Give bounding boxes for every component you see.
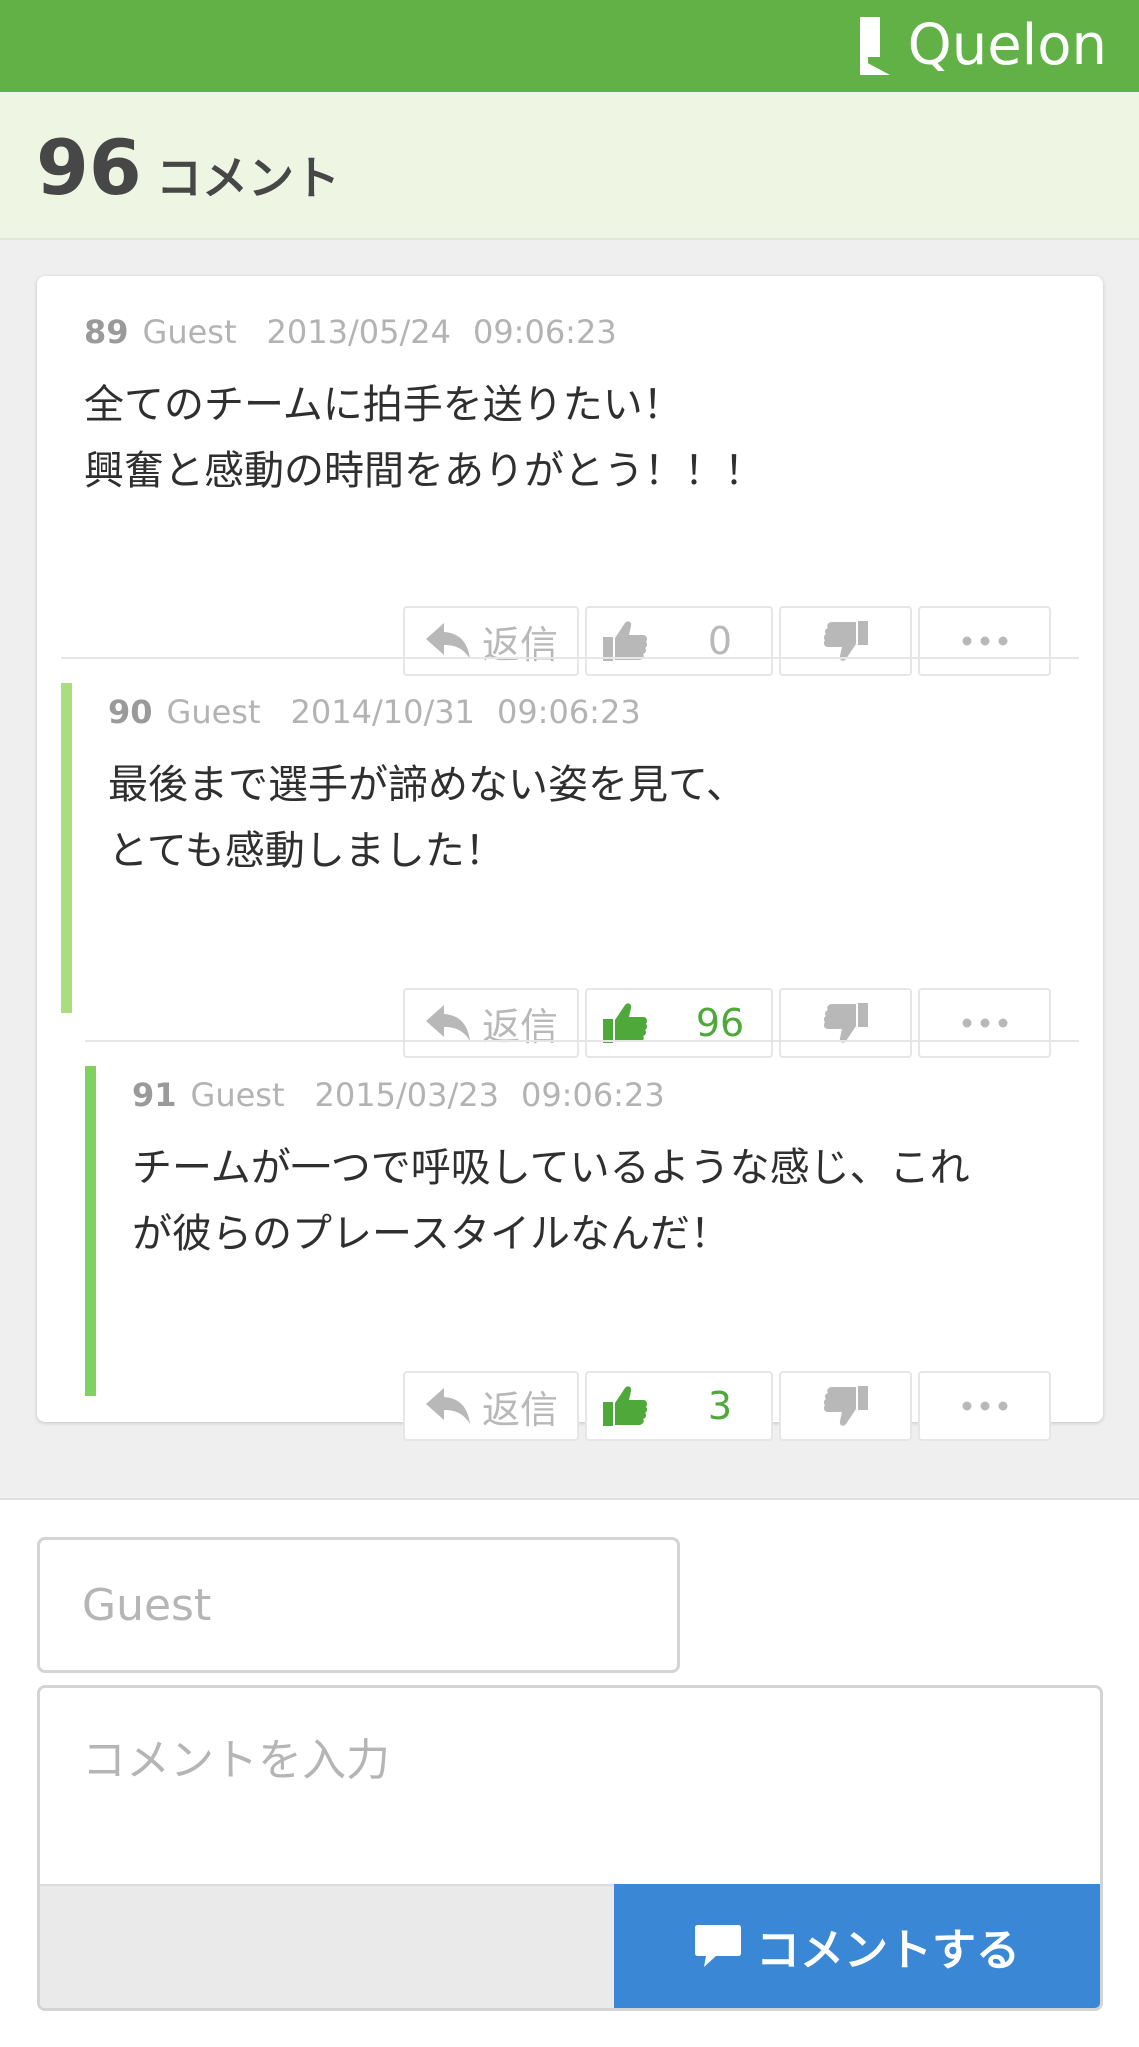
- comment-date: 2014/10/31: [290, 693, 475, 731]
- reply-button[interactable]: 返信: [403, 1371, 579, 1441]
- reply-depth-indicator: [85, 1066, 96, 1396]
- top-bar: Quelon: [0, 0, 1139, 92]
- comment-input[interactable]: [40, 1688, 1100, 1884]
- like-count: 3: [707, 1384, 733, 1428]
- comment-card: 89 Guest 2013/05/24 09:06:23 全てのチームに拍手を送りたい…: [37, 276, 1103, 1441]
- comment-meta: 90 Guest 2014/10/31 09:06:23: [108, 692, 641, 732]
- reply-label: 返信: [481, 622, 558, 667]
- thumbs-down-icon: [823, 1003, 868, 1043]
- comment-item: 89 Guest 2013/05/24 09:06:23 全てのチームに拍手を送りたい…: [37, 276, 1103, 676]
- dislike-button[interactable]: [779, 606, 912, 676]
- comment-actions: 返信 0: [403, 606, 1051, 678]
- reply-arrow-icon: [425, 623, 470, 659]
- comment-number: 91: [132, 1076, 177, 1114]
- reply-button[interactable]: 返信: [403, 988, 579, 1058]
- comment-text: 最後まで選手が諦めない姿を見て、 とても感動しました！: [108, 762, 746, 874]
- like-button[interactable]: 0: [585, 606, 773, 676]
- like-count: 96: [695, 1001, 745, 1045]
- comment-time: 09:06:23: [472, 313, 617, 351]
- comment-text: チームが一つで呼吸しているような感じ、これ が彼らのプレースタイルなんだ！: [132, 1145, 970, 1257]
- reply-label: 返信: [481, 1387, 558, 1432]
- quelon-logo-icon: [859, 17, 890, 75]
- comment-number: 89: [84, 313, 129, 351]
- comment-actions: 返信 96: [403, 988, 1051, 1060]
- comment-author: Guest: [190, 1076, 285, 1114]
- comment-count: 96: [36, 123, 142, 212]
- comment-meta: 91 Guest 2015/03/23 09:06:23: [132, 1075, 665, 1115]
- comment-item: 91 Guest 2015/03/23 09:06:23 チームが一つで呼吸しているよ…: [85, 1066, 1079, 1441]
- ellipsis-icon: [962, 636, 1007, 646]
- comment-author: Guest: [142, 313, 237, 351]
- comment-divider: [61, 657, 1079, 659]
- reply-arrow-icon: [425, 1388, 470, 1424]
- reply-label: 返信: [481, 1004, 558, 1049]
- comment-item: 90 Guest 2014/10/31 09:06:23 最後まで選手が諦めない姿を見…: [61, 683, 1079, 1058]
- brand-logo[interactable]: Quelon: [859, 13, 1107, 78]
- comment-actions: 返信 3: [403, 1371, 1051, 1443]
- comment-time: 09:06:23: [520, 1076, 665, 1114]
- comment-meta: 89 Guest 2013/05/24 09:06:23: [84, 312, 617, 352]
- ellipsis-icon: [962, 1018, 1007, 1028]
- comment-count-label: コメント: [156, 151, 340, 205]
- like-button[interactable]: 96: [585, 988, 773, 1058]
- thumbs-up-icon: [603, 1386, 648, 1426]
- reply-button[interactable]: 返信: [403, 606, 579, 676]
- more-options-button[interactable]: [918, 1371, 1051, 1441]
- more-options-button[interactable]: [918, 606, 1051, 676]
- dislike-button[interactable]: [779, 1371, 912, 1441]
- submit-label: コメントする: [756, 1925, 1020, 1976]
- like-button[interactable]: 3: [585, 1371, 773, 1441]
- name-input[interactable]: [37, 1537, 680, 1673]
- comment-author: Guest: [166, 693, 261, 731]
- comment-date: 2013/05/24: [266, 313, 451, 351]
- thumbs-up-icon: [603, 1003, 648, 1043]
- ellipsis-icon: [962, 1401, 1007, 1411]
- comment-box: コメントする: [37, 1685, 1103, 2011]
- comment-text: 全てのチームに拍手を送りたい！ 興奮と感動の時間をありがとう！！！: [84, 382, 764, 494]
- thumbs-down-icon: [823, 1386, 868, 1426]
- submit-comment-button[interactable]: コメントする: [614, 1884, 1100, 2008]
- comment-count-header: 96 コメント: [0, 92, 1139, 240]
- brand-name: Quelon: [907, 13, 1107, 78]
- reply-arrow-icon: [425, 1005, 470, 1041]
- comment-list-area: 89 Guest 2013/05/24 09:06:23 全てのチームに拍手を送りたい…: [0, 240, 1139, 1500]
- speech-bubble-icon: [695, 1925, 741, 1967]
- reply-depth-indicator: [61, 683, 72, 1013]
- comment-form: コメントする: [0, 1500, 1139, 2047]
- comment-date: 2015/03/23: [314, 1076, 499, 1114]
- comment-divider: [85, 1040, 1079, 1042]
- comment-time: 09:06:23: [496, 693, 641, 731]
- comment-number: 90: [108, 693, 153, 731]
- more-options-button[interactable]: [918, 988, 1051, 1058]
- dislike-button[interactable]: [779, 988, 912, 1058]
